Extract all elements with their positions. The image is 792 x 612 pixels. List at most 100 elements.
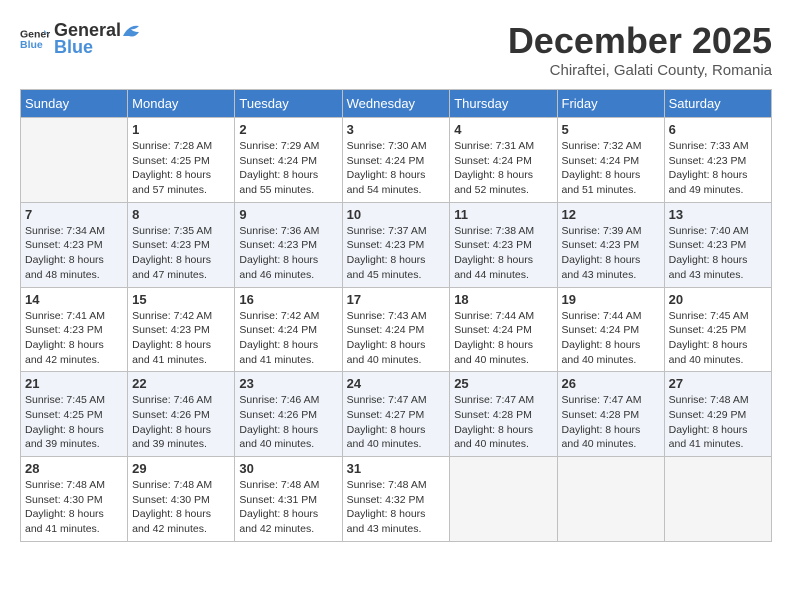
- calendar-cell: 29 Sunrise: 7:48 AM Sunset: 4:30 PM Dayli…: [128, 457, 235, 542]
- day-info: Sunrise: 7:48 AM Sunset: 4:30 PM Dayligh…: [25, 478, 123, 537]
- day-number: 30: [239, 461, 337, 476]
- calendar-cell: 10 Sunrise: 7:37 AM Sunset: 4:23 PM Dayli…: [342, 202, 450, 287]
- calendar-cell: 27 Sunrise: 7:48 AM Sunset: 4:29 PM Dayli…: [664, 372, 771, 457]
- day-info: Sunrise: 7:42 AM Sunset: 4:24 PM Dayligh…: [239, 309, 337, 368]
- calendar-cell: 23 Sunrise: 7:46 AM Sunset: 4:26 PM Dayli…: [235, 372, 342, 457]
- calendar-table: SundayMondayTuesdayWednesdayThursdayFrid…: [20, 89, 772, 542]
- calendar-cell: 1 Sunrise: 7:28 AM Sunset: 4:25 PM Daylig…: [128, 118, 235, 203]
- location-subtitle: Chiraftei, Galati County, Romania: [508, 62, 772, 79]
- calendar-cell: 19Sunrise: 7:44 AM Sunset: 4:24 PM Dayli…: [557, 287, 664, 372]
- day-number: 23: [239, 376, 337, 391]
- calendar-cell: 31 Sunrise: 7:48 AM Sunset: 4:32 PM Dayli…: [342, 457, 450, 542]
- day-info: Sunrise: 7:36 AM Sunset: 4:23 PM Dayligh…: [239, 224, 337, 283]
- day-number: 18: [454, 292, 552, 307]
- day-info: Sunrise: 7:43 AM Sunset: 4:24 PM Dayligh…: [347, 309, 446, 368]
- logo: General Blue General Blue: [20, 20, 143, 58]
- day-info: Sunrise: 7:34 AM Sunset: 4:23 PM Dayligh…: [25, 224, 123, 283]
- day-number: 2: [239, 122, 337, 137]
- day-info: Sunrise: 7:32 AM Sunset: 4:24 PM Dayligh…: [562, 139, 660, 198]
- day-number: 1: [132, 122, 230, 137]
- calendar-cell: [450, 457, 557, 542]
- day-info: Sunrise: 7:44 AM Sunset: 4:24 PM Dayligh…: [562, 309, 660, 368]
- calendar-week-row: 1 Sunrise: 7:28 AM Sunset: 4:25 PM Daylig…: [21, 118, 772, 203]
- day-info: Sunrise: 7:47 AM Sunset: 4:27 PM Dayligh…: [347, 393, 446, 452]
- day-number: 10: [347, 207, 446, 222]
- day-number: 8: [132, 207, 230, 222]
- day-number: 11: [454, 207, 552, 222]
- day-number: 29: [132, 461, 230, 476]
- calendar-cell: 8 Sunrise: 7:35 AM Sunset: 4:23 PM Daylig…: [128, 202, 235, 287]
- day-info: Sunrise: 7:48 AM Sunset: 4:31 PM Dayligh…: [239, 478, 337, 537]
- day-info: Sunrise: 7:39 AM Sunset: 4:23 PM Dayligh…: [562, 224, 660, 283]
- day-number: 3: [347, 122, 446, 137]
- header-thursday: Thursday: [450, 90, 557, 118]
- calendar-cell: 3 Sunrise: 7:30 AM Sunset: 4:24 PM Daylig…: [342, 118, 450, 203]
- day-info: Sunrise: 7:38 AM Sunset: 4:23 PM Dayligh…: [454, 224, 552, 283]
- day-info: Sunrise: 7:29 AM Sunset: 4:24 PM Dayligh…: [239, 139, 337, 198]
- calendar-cell: 22Sunrise: 7:46 AM Sunset: 4:26 PM Dayli…: [128, 372, 235, 457]
- calendar-cell: 24 Sunrise: 7:47 AM Sunset: 4:27 PM Dayli…: [342, 372, 450, 457]
- day-info: Sunrise: 7:48 AM Sunset: 4:32 PM Dayligh…: [347, 478, 446, 537]
- day-number: 31: [347, 461, 446, 476]
- day-number: 4: [454, 122, 552, 137]
- calendar-cell: 18 Sunrise: 7:44 AM Sunset: 4:24 PM Dayli…: [450, 287, 557, 372]
- day-info: Sunrise: 7:47 AM Sunset: 4:28 PM Dayligh…: [454, 393, 552, 452]
- header-sunday: Sunday: [21, 90, 128, 118]
- calendar-cell: 6 Sunrise: 7:33 AM Sunset: 4:23 PM Daylig…: [664, 118, 771, 203]
- day-number: 26: [562, 376, 660, 391]
- calendar-cell: 26Sunrise: 7:47 AM Sunset: 4:28 PM Dayli…: [557, 372, 664, 457]
- day-number: 20: [669, 292, 767, 307]
- calendar-cell: 16 Sunrise: 7:42 AM Sunset: 4:24 PM Dayli…: [235, 287, 342, 372]
- day-info: Sunrise: 7:28 AM Sunset: 4:25 PM Dayligh…: [132, 139, 230, 198]
- month-title: December 2025: [508, 20, 772, 62]
- day-number: 28: [25, 461, 123, 476]
- day-info: Sunrise: 7:42 AM Sunset: 4:23 PM Dayligh…: [132, 309, 230, 368]
- calendar-cell: 20Sunrise: 7:45 AM Sunset: 4:25 PM Dayli…: [664, 287, 771, 372]
- calendar-week-row: 7 Sunrise: 7:34 AM Sunset: 4:23 PM Daylig…: [21, 202, 772, 287]
- day-number: 12: [562, 207, 660, 222]
- day-info: Sunrise: 7:41 AM Sunset: 4:23 PM Dayligh…: [25, 309, 123, 368]
- calendar-week-row: 28 Sunrise: 7:48 AM Sunset: 4:30 PM Dayli…: [21, 457, 772, 542]
- day-number: 6: [669, 122, 767, 137]
- day-info: Sunrise: 7:46 AM Sunset: 4:26 PM Dayligh…: [239, 393, 337, 452]
- day-number: 16: [239, 292, 337, 307]
- day-number: 21: [25, 376, 123, 391]
- header-saturday: Saturday: [664, 90, 771, 118]
- day-number: 27: [669, 376, 767, 391]
- header-friday: Friday: [557, 90, 664, 118]
- calendar-cell: [557, 457, 664, 542]
- logo-icon: General Blue: [20, 24, 50, 54]
- day-number: 14: [25, 292, 123, 307]
- day-number: 17: [347, 292, 446, 307]
- day-info: Sunrise: 7:45 AM Sunset: 4:25 PM Dayligh…: [25, 393, 123, 452]
- header-tuesday: Tuesday: [235, 90, 342, 118]
- calendar-cell: 9Sunrise: 7:36 AM Sunset: 4:23 PM Daylig…: [235, 202, 342, 287]
- day-info: Sunrise: 7:30 AM Sunset: 4:24 PM Dayligh…: [347, 139, 446, 198]
- calendar-cell: 11 Sunrise: 7:38 AM Sunset: 4:23 PM Dayli…: [450, 202, 557, 287]
- day-info: Sunrise: 7:48 AM Sunset: 4:29 PM Dayligh…: [669, 393, 767, 452]
- calendar-cell: 17 Sunrise: 7:43 AM Sunset: 4:24 PM Dayli…: [342, 287, 450, 372]
- calendar-cell: [664, 457, 771, 542]
- calendar-cell: 7 Sunrise: 7:34 AM Sunset: 4:23 PM Daylig…: [21, 202, 128, 287]
- day-info: Sunrise: 7:31 AM Sunset: 4:24 PM Dayligh…: [454, 139, 552, 198]
- calendar-cell: 28 Sunrise: 7:48 AM Sunset: 4:30 PM Dayli…: [21, 457, 128, 542]
- calendar-week-row: 21 Sunrise: 7:45 AM Sunset: 4:25 PM Dayli…: [21, 372, 772, 457]
- day-number: 25: [454, 376, 552, 391]
- day-info: Sunrise: 7:37 AM Sunset: 4:23 PM Dayligh…: [347, 224, 446, 283]
- calendar-cell: 15Sunrise: 7:42 AM Sunset: 4:23 PM Dayli…: [128, 287, 235, 372]
- day-info: Sunrise: 7:44 AM Sunset: 4:24 PM Dayligh…: [454, 309, 552, 368]
- calendar-cell: 30 Sunrise: 7:48 AM Sunset: 4:31 PM Dayli…: [235, 457, 342, 542]
- calendar-cell: 4 Sunrise: 7:31 AM Sunset: 4:24 PM Daylig…: [450, 118, 557, 203]
- header-monday: Monday: [128, 90, 235, 118]
- day-info: Sunrise: 7:46 AM Sunset: 4:26 PM Dayligh…: [132, 393, 230, 452]
- calendar-header-row: SundayMondayTuesdayWednesdayThursdayFrid…: [21, 90, 772, 118]
- day-info: Sunrise: 7:33 AM Sunset: 4:23 PM Dayligh…: [669, 139, 767, 198]
- day-info: Sunrise: 7:48 AM Sunset: 4:30 PM Dayligh…: [132, 478, 230, 537]
- calendar-cell: 12 Sunrise: 7:39 AM Sunset: 4:23 PM Dayli…: [557, 202, 664, 287]
- day-number: 7: [25, 207, 123, 222]
- day-info: Sunrise: 7:35 AM Sunset: 4:23 PM Dayligh…: [132, 224, 230, 283]
- header-wednesday: Wednesday: [342, 90, 450, 118]
- calendar-cell: 21 Sunrise: 7:45 AM Sunset: 4:25 PM Dayli…: [21, 372, 128, 457]
- day-number: 24: [347, 376, 446, 391]
- calendar-cell: 13Sunrise: 7:40 AM Sunset: 4:23 PM Dayli…: [664, 202, 771, 287]
